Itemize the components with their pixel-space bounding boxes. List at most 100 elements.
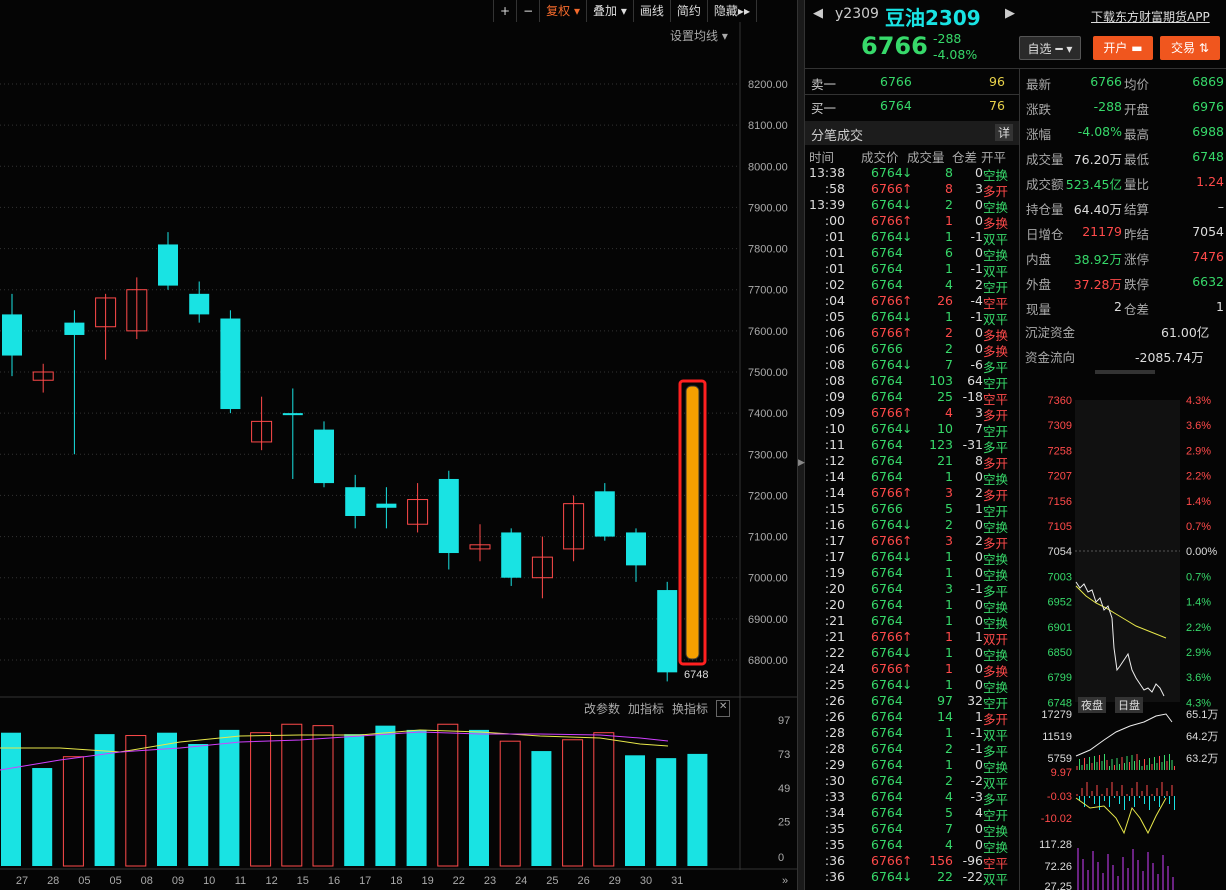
trade-row: :20 6764 1 0 空换 bbox=[805, 597, 1015, 615]
date-label: 09 bbox=[172, 875, 184, 887]
mini-price-tick: 7054 bbox=[1048, 546, 1072, 558]
download-app-link[interactable]: 下载东方财富期货APP bbox=[1091, 8, 1210, 25]
quote-value: 6748 bbox=[1192, 149, 1224, 164]
trade-row: :24 6766 ↑ 1 0 多换 bbox=[805, 661, 1015, 679]
night-session-tab[interactable]: 夜盘 bbox=[1078, 697, 1106, 713]
trade-oi-diff: -31 bbox=[962, 437, 983, 452]
trade-volume: 7 bbox=[945, 821, 953, 836]
date-label: 05 bbox=[78, 875, 90, 887]
low-price-label: 6748 bbox=[684, 669, 708, 681]
volume-bar bbox=[219, 729, 240, 866]
collapse-handle[interactable] bbox=[1095, 370, 1155, 374]
trade-row: :20 6764 3 -1 多平 bbox=[805, 581, 1015, 599]
quote-label: 最高 bbox=[1124, 127, 1150, 142]
zixuan-dropdown[interactable]: 自选 ━ ▾ bbox=[1019, 36, 1081, 60]
mini-price-tick: 6799 bbox=[1048, 672, 1072, 684]
trade-row: :12 6764 21 8 多开 bbox=[805, 453, 1015, 471]
trade-oi-diff: 4 bbox=[975, 805, 983, 820]
trade-oi-diff: 0 bbox=[975, 469, 983, 484]
trade-price: 6764 bbox=[871, 421, 903, 436]
mini-pct-tick: 4.3% bbox=[1186, 395, 1211, 407]
quote-label: 日增仓 bbox=[1026, 227, 1064, 242]
date-label: 31 bbox=[671, 875, 683, 887]
trade-volume: 22 bbox=[937, 869, 953, 884]
trade-price: 6764 bbox=[871, 277, 903, 292]
trade-time: :00 bbox=[824, 213, 845, 228]
mini-ind-tick: -0.03 bbox=[1047, 791, 1072, 803]
price-tick: 7000.00 bbox=[748, 573, 788, 585]
mini-pct-tick: 2.2% bbox=[1186, 471, 1211, 483]
trade-price: 6764 bbox=[871, 741, 903, 756]
trade-volume: 21 bbox=[937, 453, 953, 468]
trade-price: 6766 bbox=[871, 293, 903, 308]
trade-oi-diff: -1 bbox=[970, 229, 983, 244]
trade-time: :34 bbox=[824, 805, 845, 820]
volume-bar bbox=[344, 734, 365, 866]
trade-price: 6766 bbox=[871, 629, 903, 644]
price-tick: 8100.00 bbox=[748, 120, 788, 132]
add-indicator-button[interactable]: 加指标 bbox=[628, 700, 664, 717]
prev-contract-button[interactable]: ◀ bbox=[813, 6, 823, 21]
mini-pct-tick: 1.4% bbox=[1186, 496, 1211, 508]
trade-row: :02 6764 4 2 空开 bbox=[805, 277, 1015, 295]
trade-time: :06 bbox=[824, 325, 845, 340]
trade-button[interactable]: 交易 ⇅ bbox=[1160, 36, 1220, 60]
trade-row: :15 6766 5 1 空开 bbox=[805, 501, 1015, 519]
trade-dir-icon: ↑ bbox=[902, 213, 913, 228]
panel-splitter[interactable]: ▶ bbox=[797, 0, 805, 890]
trade-price: 6764 bbox=[871, 437, 903, 452]
trade-oi-diff: 0 bbox=[975, 645, 983, 660]
quote-panel: ◀ y2309 豆油2309 ▶ 下载东方财富期货APP 6766 -288 -… bbox=[805, 0, 1226, 890]
open-account-label: 开户 bbox=[1103, 41, 1128, 55]
open-account-button[interactable]: 开户 ▬ bbox=[1093, 36, 1153, 60]
quote-value: -288 bbox=[1093, 99, 1122, 114]
trades-detail-button[interactable]: 详 bbox=[995, 124, 1014, 141]
price-change-pct: -4.08% bbox=[933, 47, 978, 62]
trade-dir-icon: ↑ bbox=[902, 325, 913, 340]
day-session-tab[interactable]: 日盘 bbox=[1115, 697, 1143, 713]
trade-row: :05 6764 ↓ 1 -1 双平 bbox=[805, 309, 1015, 327]
trade-volume: 1 bbox=[945, 629, 953, 644]
trade-oi-diff: 0 bbox=[975, 661, 983, 676]
trade-oi-diff: 0 bbox=[975, 165, 983, 180]
trade-row: :04 6766 ↑ 26 -4 空平 bbox=[805, 293, 1015, 311]
trade-oi-diff: 0 bbox=[975, 757, 983, 772]
date-label: 17 bbox=[359, 875, 371, 887]
trade-time: :01 bbox=[824, 229, 845, 244]
trade-time: :33 bbox=[824, 789, 845, 804]
liuxiang-label: 资金流向 bbox=[1025, 350, 1076, 365]
quote-label: 涨跌 bbox=[1026, 102, 1052, 117]
trade-volume: 5 bbox=[945, 501, 953, 516]
candle-body bbox=[376, 503, 397, 508]
trade-volume: 156 bbox=[929, 853, 953, 868]
trade-oi-diff: -1 bbox=[970, 741, 983, 756]
trade-volume: 1 bbox=[945, 229, 953, 244]
trade-time: :09 bbox=[824, 405, 845, 420]
next-contract-button[interactable]: ▶ bbox=[1005, 6, 1015, 21]
bid-volume: 76 bbox=[989, 98, 1005, 113]
highlight-bar bbox=[685, 385, 700, 660]
change-params-button[interactable]: 改参数 bbox=[584, 700, 620, 717]
trade-oi-diff: -1 bbox=[970, 725, 983, 740]
trade-time: :17 bbox=[824, 533, 845, 548]
trade-row: :14 6764 1 0 空换 bbox=[805, 469, 1015, 487]
trade-volume: 2 bbox=[945, 325, 953, 340]
trade-volume: 1 bbox=[945, 565, 953, 580]
col-price: 成交价 bbox=[861, 150, 899, 165]
switch-indicator-button[interactable]: 换指标 bbox=[672, 700, 708, 717]
trade-oi-diff: 1 bbox=[975, 501, 983, 516]
mini-pct-tick: 4.3% bbox=[1186, 697, 1211, 709]
trade-oi-diff: -18 bbox=[962, 389, 983, 404]
price-tick: 7300.00 bbox=[748, 449, 788, 461]
close-icon[interactable]: ✕ bbox=[716, 700, 731, 717]
trade-volume: 4 bbox=[945, 277, 953, 292]
trade-oi-diff: 0 bbox=[975, 597, 983, 612]
trade-dir-icon: ↑ bbox=[902, 533, 913, 548]
last-price: 6766 bbox=[861, 32, 928, 60]
mini-pct-tick: 0.7% bbox=[1186, 521, 1211, 533]
quote-value: 6766 bbox=[1090, 74, 1122, 89]
trade-volume: 26 bbox=[937, 293, 953, 308]
trade-row: :10 6764 ↓ 10 7 空开 bbox=[805, 421, 1015, 439]
trade-oi-diff: -4 bbox=[970, 293, 983, 308]
trade-time: :06 bbox=[824, 341, 845, 356]
